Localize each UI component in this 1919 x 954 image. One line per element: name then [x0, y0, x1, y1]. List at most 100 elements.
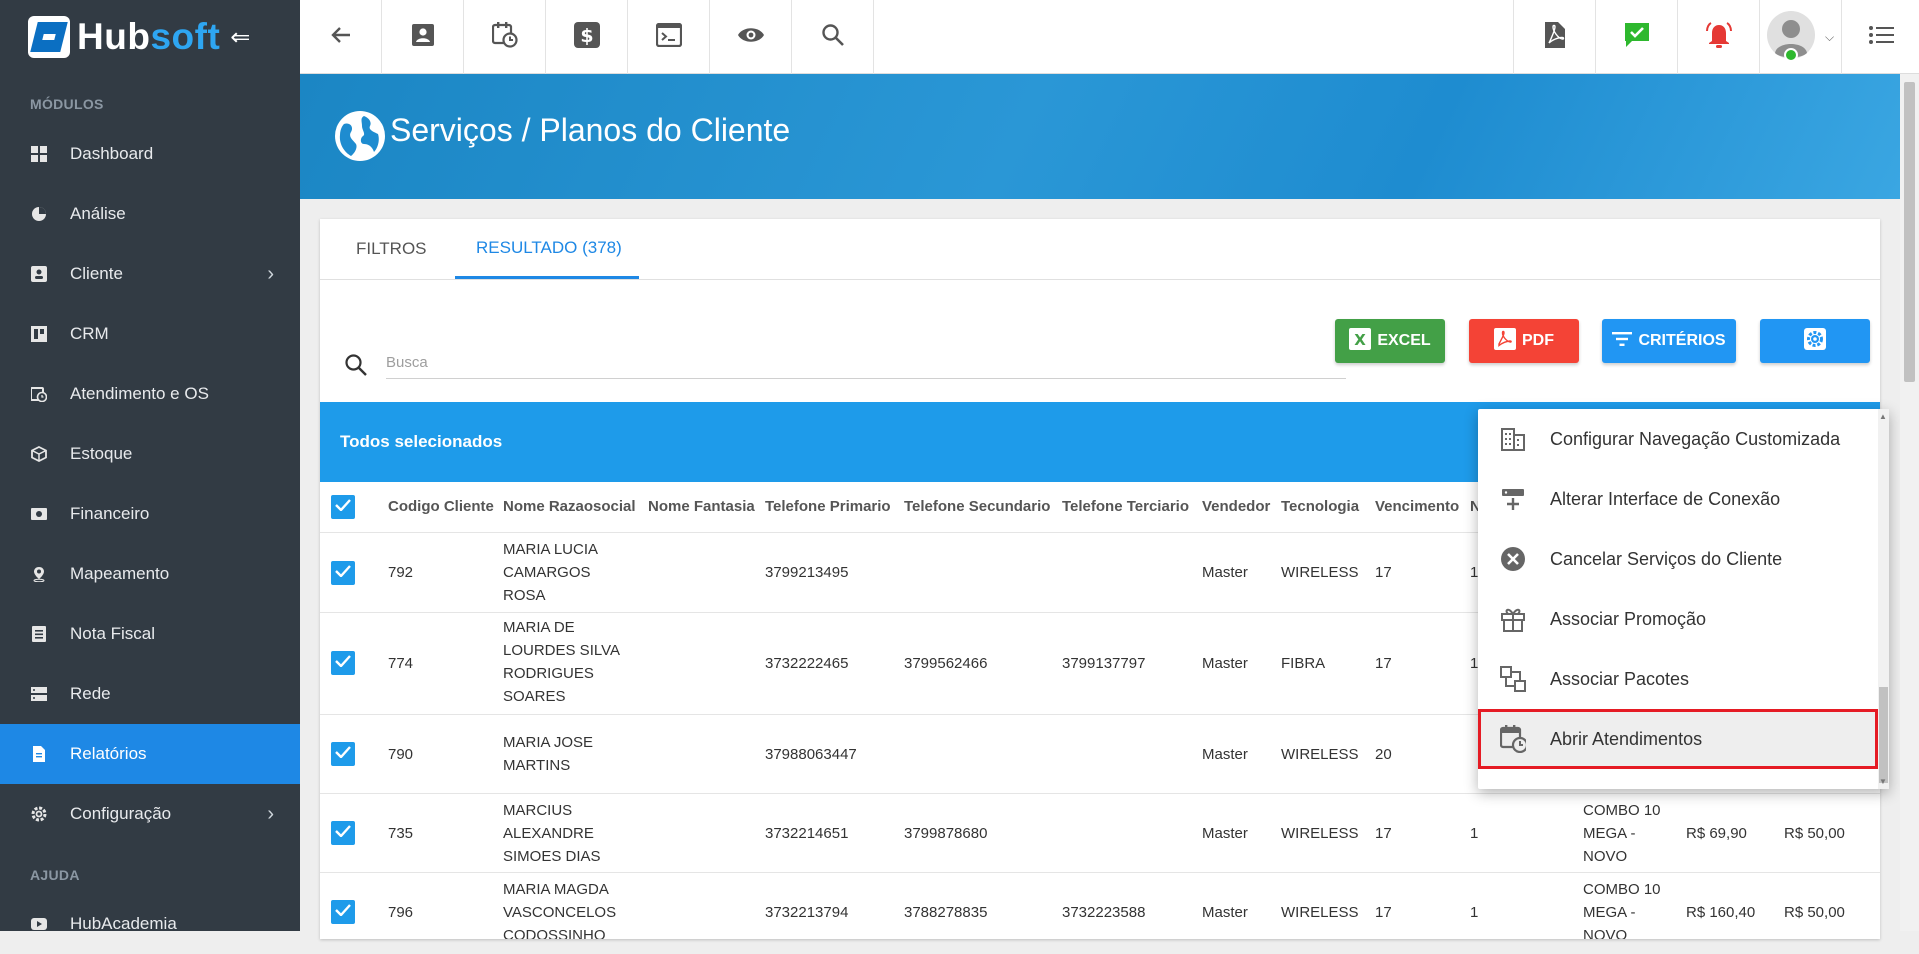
tabs-divider [320, 279, 1880, 280]
gear-icon [1804, 327, 1826, 355]
clients-shortcut-button[interactable] [382, 0, 464, 74]
contact-card-icon [30, 265, 48, 283]
sidebar-item-rede[interactable]: Rede [0, 664, 300, 724]
menu-item-alterar-interface[interactable]: Alterar Interface de Conexão [1478, 469, 1878, 529]
cell-tecnologia: WIRELESS [1281, 825, 1359, 842]
column-header[interactable]: Telefone Terciario [1062, 498, 1189, 515]
sidebar-item-atendimento[interactable]: Atendimento e OS [0, 364, 300, 424]
scroll-up-arrow-icon[interactable]: ▲ [1879, 412, 1887, 421]
svg-text:$: $ [580, 25, 593, 47]
menu-item-cancelar-servicos[interactable]: Cancelar Serviços do Cliente [1478, 529, 1878, 589]
menu-collapse-icon[interactable]: ⇐ [230, 23, 250, 52]
cell-tecnologia: FIBRA [1281, 655, 1326, 672]
menu-item-label: Alterar Interface de Conexão [1550, 488, 1781, 509]
menu-item-abrir-atendimentos[interactable]: Abrir Atendimentos [1478, 709, 1878, 769]
financeiro-shortcut-button[interactable]: $ [546, 0, 628, 74]
sidebar: Hubsoft ⇐ MÓDULOS Dashboard Análise Clie… [0, 0, 300, 933]
row-checkbox[interactable] [331, 742, 355, 766]
row-checkbox[interactable] [331, 651, 355, 675]
tab-filtros[interactable]: FILTROS [356, 219, 456, 279]
sidebar-item-label: Mapeamento [70, 564, 170, 583]
check-icon [335, 654, 351, 672]
sidebar-item-relatorios[interactable]: Relatórios [0, 724, 300, 784]
sidebar-item-crm[interactable]: CRM [0, 304, 300, 364]
sidebar-item-dashboard[interactable]: Dashboard [0, 124, 300, 184]
alarms-button[interactable] [1677, 0, 1759, 74]
criterios-button[interactable]: CRITÉRIOS [1602, 319, 1736, 363]
cell-telefone-terciario: 3799137797 [1062, 655, 1146, 672]
cell-nome: MARCIUS ALEXANDRE SIMOES DIAS [503, 802, 601, 865]
pdf-shortcut-button[interactable] [1513, 0, 1595, 74]
select-all-checkbox[interactable] [331, 495, 355, 519]
cell-tecnologia: WIRELESS [1281, 564, 1359, 581]
youtube-icon [30, 915, 48, 933]
column-header[interactable]: Codigo Cliente [388, 498, 494, 515]
settings-button[interactable] [1760, 319, 1870, 363]
tab-resultado[interactable]: RESULTADO (378) [455, 219, 639, 279]
terminal-shortcut-button[interactable] [628, 0, 710, 74]
pdf-button[interactable]: PDF [1469, 319, 1579, 363]
column-header[interactable]: Nome Razaosocial [503, 498, 636, 515]
menu-scrollbar[interactable]: ▲ ▼ [1878, 409, 1889, 789]
list-menu-button[interactable] [1841, 0, 1919, 74]
search-shortcut-button[interactable] [792, 0, 874, 74]
filter-lines-icon [1612, 331, 1633, 351]
menu-item-configurar-navegacao[interactable]: Configurar Navegação Customizada [1478, 409, 1878, 469]
cell-vencimento: 17 [1375, 825, 1392, 842]
sidebar-item-cliente[interactable]: Cliente › [0, 244, 300, 304]
column-header[interactable]: Telefone Primario [765, 498, 891, 515]
sidebar-item-nota-fiscal[interactable]: Nota Fiscal [0, 604, 300, 664]
messages-button[interactable] [1595, 0, 1677, 74]
menu-item-label: Associar Pacotes [1550, 668, 1690, 689]
menu-item-label: Associar Promoção [1550, 608, 1707, 629]
pdf-icon [1494, 327, 1516, 355]
atendimento-shortcut-button[interactable] [464, 0, 546, 74]
globe-icon [334, 110, 386, 162]
row-checkbox[interactable] [331, 561, 355, 585]
search-input[interactable] [386, 347, 1346, 379]
menu-item-label: Abrir Atendimentos [1550, 728, 1703, 749]
search-icon [821, 23, 845, 52]
money-icon [30, 505, 48, 523]
back-button[interactable] [300, 0, 382, 74]
sidebar-item-mapeamento[interactable]: Mapeamento [0, 544, 300, 604]
menu-item-label: Cancelar Serviços do Cliente [1550, 548, 1783, 569]
menu-item-associar-pacotes[interactable]: Associar Pacotes [1478, 649, 1878, 709]
cell-telefone-terciario: 3732223588 [1062, 904, 1146, 921]
sidebar-item-label: Relatórios [70, 744, 147, 763]
sidebar-item-estoque[interactable]: Estoque [0, 424, 300, 484]
user-menu-button[interactable]: ⌵ [1759, 0, 1841, 74]
list-menu-icon [1868, 25, 1894, 50]
dollar-icon: $ [573, 21, 600, 53]
column-header[interactable]: Vencimento [1375, 498, 1459, 515]
sidebar-item-label: Cliente [70, 264, 123, 283]
row-checkbox[interactable] [331, 821, 355, 845]
menu-scrollbar-thumb[interactable] [1879, 687, 1888, 783]
excel-button[interactable]: X EXCEL [1335, 319, 1445, 363]
cell-valor: R$ 69,90 [1686, 825, 1747, 842]
view-shortcut-button[interactable] [710, 0, 792, 74]
page-scrollbar-thumb[interactable] [1904, 82, 1915, 382]
scroll-down-arrow-icon[interactable]: ▼ [1879, 777, 1887, 786]
logo-text: Hubsoft [77, 16, 221, 57]
page-scrollbar[interactable] [1900, 74, 1919, 931]
tab-label: RESULTADO (378) [476, 237, 622, 257]
sidebar-item-analise[interactable]: Análise [0, 184, 300, 244]
menu-item-associar-promocao[interactable]: Associar Promoção [1478, 589, 1878, 649]
column-header[interactable]: Vendedor [1202, 498, 1270, 515]
row-checkbox[interactable] [331, 900, 355, 924]
cell-telefone-secundario: 3799562466 [904, 655, 988, 672]
cell-vendedor: Master [1202, 655, 1248, 672]
column-header[interactable]: Tecnologia [1281, 498, 1359, 515]
column-header[interactable]: Nome Fantasia [648, 498, 755, 515]
settings-dropdown-menu: Configurar Navegação Customizada Alterar… [1478, 409, 1889, 789]
dashboard-icon [30, 145, 48, 163]
sidebar-item-hubacademia[interactable]: HubAcademia [0, 894, 300, 954]
sidebar-item-financeiro[interactable]: Financeiro [0, 484, 300, 544]
hubsoft-logo[interactable]: Hubsoft ⇐ [0, 0, 300, 74]
check-icon [335, 903, 351, 921]
box-icon [30, 445, 48, 463]
sidebar-item-configuracao[interactable]: Configuração › [0, 784, 300, 844]
chevron-right-icon: › [267, 802, 274, 825]
column-header[interactable]: Telefone Secundario [904, 498, 1050, 515]
